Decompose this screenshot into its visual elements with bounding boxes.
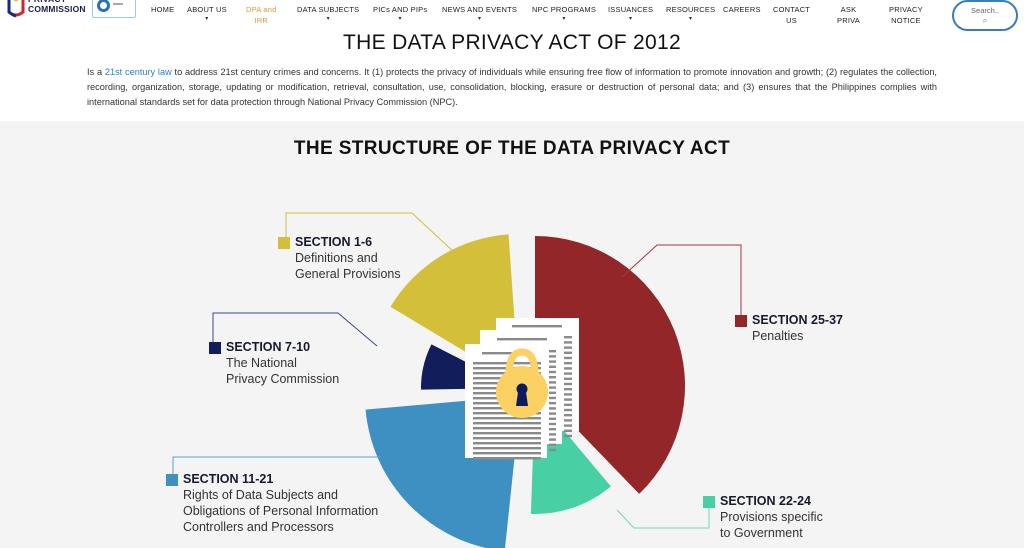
document-line <box>564 336 572 339</box>
yellow-square-icon <box>278 237 290 249</box>
legend-desc-line: to Government <box>720 526 803 540</box>
document-line <box>564 382 572 386</box>
document-line <box>497 338 547 341</box>
document-line <box>549 391 556 394</box>
legend-desc-line: Controllers and Processors <box>183 520 334 534</box>
legend-desc-line: General Provisions <box>295 267 401 281</box>
document-line <box>473 432 541 435</box>
document-line <box>564 414 572 417</box>
legend-section-11-21: SECTION 11-21 Rights of Data Subjects an… <box>166 471 379 535</box>
document-line <box>564 346 572 349</box>
legend-desc-line: Privacy Commission <box>226 372 340 386</box>
document-line <box>549 438 556 441</box>
document-line <box>564 429 572 432</box>
legend-desc-line: Provisions specific <box>720 510 823 524</box>
legend-heading: SECTION 25-37 <box>752 313 844 327</box>
red-square-icon <box>735 315 747 327</box>
document-line <box>549 422 556 426</box>
document-line <box>549 376 556 379</box>
document-line <box>473 452 541 455</box>
document-line <box>473 422 541 425</box>
document-line <box>564 408 572 412</box>
document-line <box>549 412 556 415</box>
document-line <box>549 433 556 436</box>
blue-square-icon <box>166 474 178 486</box>
leader-line-green <box>616 497 710 529</box>
legend-section-7-10: SECTION 7-10 The National Privacy Commis… <box>209 339 340 387</box>
legend-heading: SECTION 11-21 <box>183 472 274 486</box>
legend-section-22-24: SECTION 22-24 Provisions specific to Gov… <box>703 493 823 541</box>
document-line <box>564 377 572 380</box>
document-line <box>549 370 556 374</box>
document-line <box>549 360 556 363</box>
document-line <box>549 386 556 389</box>
legend-desc-line: Penalties <box>752 329 804 343</box>
document-line <box>549 402 556 405</box>
document-line <box>549 448 556 452</box>
legend-desc-line: Obligations of Personal Information <box>183 504 379 518</box>
document-line <box>564 398 572 401</box>
green-square-icon <box>703 496 715 508</box>
document-line <box>473 447 541 450</box>
structure-pie-chart <box>172 212 742 548</box>
document-line <box>549 381 556 384</box>
navy-square-icon <box>209 342 221 354</box>
legend-desc-line: Definitions and <box>295 251 378 265</box>
legend-heading: SECTION 22-24 <box>720 494 812 508</box>
document-line <box>564 351 572 354</box>
document-line <box>564 388 572 391</box>
document-line <box>549 417 556 420</box>
document-lock-icon <box>465 318 579 460</box>
document-line <box>564 424 572 427</box>
document-line <box>549 396 556 400</box>
document-line <box>473 442 541 445</box>
document-line <box>549 350 556 353</box>
document-line <box>473 437 541 440</box>
legend-heading: SECTION 7-10 <box>226 340 311 354</box>
document-line <box>564 341 572 344</box>
document-line <box>512 325 562 328</box>
document-line <box>473 417 541 420</box>
document-line <box>549 355 556 358</box>
document-line <box>564 362 572 365</box>
document-line <box>549 428 556 431</box>
document-line <box>564 434 572 438</box>
document-line <box>564 356 572 360</box>
document-line <box>549 407 556 410</box>
legend-desc-line: Rights of Data Subjects and <box>183 488 338 502</box>
legend-section-25-37: SECTION 25-37 Penalties <box>735 312 844 344</box>
document-line <box>549 365 556 368</box>
document-line <box>564 372 572 375</box>
document-line <box>564 393 572 396</box>
legend-heading: SECTION 1-6 <box>295 235 373 249</box>
document-line <box>564 367 572 370</box>
keyhole-bottom <box>516 392 528 406</box>
document-line <box>564 403 572 406</box>
document-line <box>549 443 556 446</box>
document-line <box>473 427 541 430</box>
document-line <box>473 457 541 460</box>
document-line <box>564 419 572 422</box>
legend-section-1-6: SECTION 1-6 Definitions and General Prov… <box>278 234 401 282</box>
legend-desc-line: The National <box>226 356 297 370</box>
